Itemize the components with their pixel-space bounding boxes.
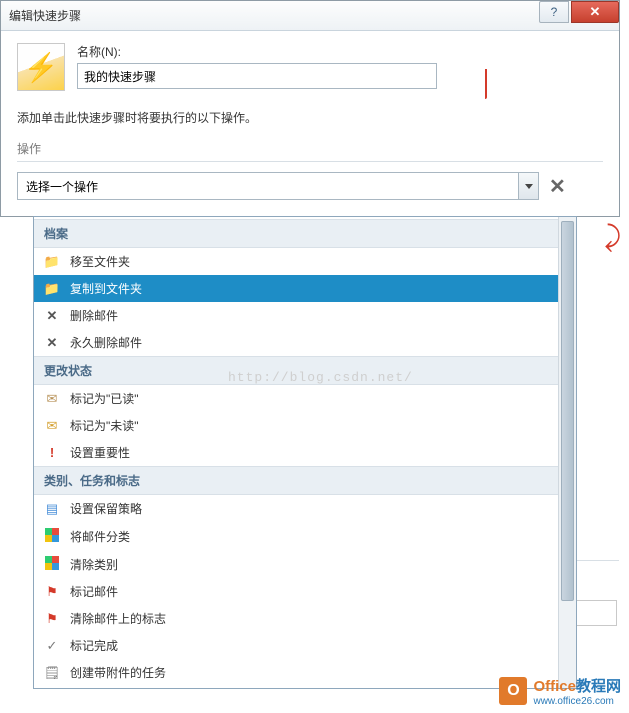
header-row: ⚡ 名称(N): [17,43,603,91]
dropdown-group-header: 档案 [34,219,558,248]
dropdown-item-label: 标记邮件 [70,583,118,600]
action-row: 选择一个操作 ✕ [17,172,603,200]
help-button[interactable]: ? [539,1,569,23]
dropdown-item-label: 将邮件分类 [70,528,130,545]
action-dropdown-list: 档案📁移至文件夹📁复制到文件夹✕删除邮件✕永久删除邮件更改状态✉标记为"已读"✉… [33,216,577,689]
quickstep-bolt-icon[interactable]: ⚡ [17,43,65,91]
dropdown-item-label: 清除类别 [70,556,118,573]
instruction-text: 添加单击此快速步骤时将要执行的以下操作。 [17,109,603,126]
dropdown-item[interactable]: ▤ 设置保留策略 [34,495,558,522]
dropdown-item-label: 标记完成 [70,637,118,654]
dropdown-item[interactable]: 📁 移至文件夹 [34,248,558,275]
dropdown-item[interactable]: 将邮件分类 [34,522,558,550]
dropdown-group-header: 类别、任务和标志 [34,466,558,495]
dropdown-item[interactable]: ✉ 标记为"已读" [34,385,558,412]
brand-text: Office教程网 www.office26.com [533,675,621,707]
brand-name-a: Office [533,678,576,695]
dialog-window: 编辑快速步骤 ? ✕ ⚡ 名称(N): 添加单击此快速步骤时将要执行的以下操作。… [0,0,620,217]
category-icon [44,555,60,573]
dropdown-item[interactable]: ✓ 标记完成 [34,632,558,659]
flag-icon: ⚑ [44,611,60,627]
flag-icon: ⚑ [44,584,60,600]
dialog-content: ⚡ 名称(N): 添加单击此快速步骤时将要执行的以下操作。 操作 选择一个操作 … [1,31,619,216]
help-icon: ? [551,5,558,19]
combo-dropdown-button[interactable] [518,173,538,199]
dropdown-item-label: 清除邮件上的标志 [70,610,166,627]
titlebar-buttons: ? ✕ [539,1,619,30]
dropdown-item-label: 设置保留策略 [70,500,142,517]
dropdown-item-label: 删除邮件 [70,307,118,324]
brand-url: www.office26.com [533,696,621,707]
dropdown-item-label: 标记为"已读" [70,390,139,407]
attachment-task-icon: 🗒 [44,665,60,681]
dropdown-item[interactable]: 清除类别 [34,550,558,578]
action-combobox[interactable]: 选择一个操作 [17,172,539,200]
dropdown-item[interactable]: ✕ 永久删除邮件 [34,329,558,356]
envelope-open-icon: ✉ [44,391,60,407]
envelope-closed-icon: ✉ [44,418,60,434]
dropdown-item-label: 创建带附件的任务 [70,664,166,681]
category-icon [44,527,60,545]
name-input[interactable] [77,63,437,89]
window-title: 编辑快速步骤 [9,7,539,24]
delete-x-icon: ✕ [44,335,60,351]
combo-text: 选择一个操作 [26,178,98,195]
calendar-icon: ▤ [44,501,60,517]
brand-badge: O Office教程网 www.office26.com [499,675,621,707]
dropdown-item[interactable]: 🗒 创建带附件的任务 [34,659,558,686]
check-icon: ✓ [44,638,60,654]
scrollbar-thumb[interactable] [561,221,574,601]
titlebar[interactable]: 编辑快速步骤 ? ✕ [1,1,619,31]
annotation-arrow: ⤸ [604,222,621,254]
dropdown-item[interactable]: ⚑ 标记邮件 [34,578,558,605]
dropdown-item-label: 设置重要性 [70,444,130,461]
close-button[interactable]: ✕ [571,1,619,23]
name-column: 名称(N): [77,43,603,89]
separator [17,161,603,162]
name-label: 名称(N): [77,43,603,60]
dropdown-item-label: 永久删除邮件 [70,334,142,351]
dropdown-item-label: 复制到文件夹 [70,280,142,297]
dropdown-item[interactable]: ⚑ 清除邮件上的标志 [34,605,558,632]
folder-move-icon: 📁 [44,254,60,270]
delete-x-icon: ✕ [44,308,60,324]
dropdown-item[interactable]: 📁 复制到文件夹 [34,275,558,302]
dropdown-item[interactable]: ! 设置重要性 [34,439,558,466]
dropdown-item[interactable]: ✉ 标记为"未读" [34,412,558,439]
dropdown-group-header: 更改状态 [34,356,558,385]
brand-name-b: 教程网 [576,678,621,695]
dropdown-scrollbar[interactable] [558,217,576,688]
close-icon: ✕ [590,4,601,20]
actions-section-label: 操作 [17,140,603,157]
dropdown-item[interactable]: ✕ 删除邮件 [34,302,558,329]
remove-action-button[interactable]: ✕ [549,174,566,199]
importance-icon: ! [44,445,60,461]
dropdown-item-label: 移至文件夹 [70,253,130,270]
annotation-mark [481,69,487,99]
folder-copy-icon: 📁 [44,281,60,297]
brand-logo-icon: O [499,677,527,705]
chevron-down-icon [525,184,533,189]
dropdown-item-label: 标记为"未读" [70,417,139,434]
